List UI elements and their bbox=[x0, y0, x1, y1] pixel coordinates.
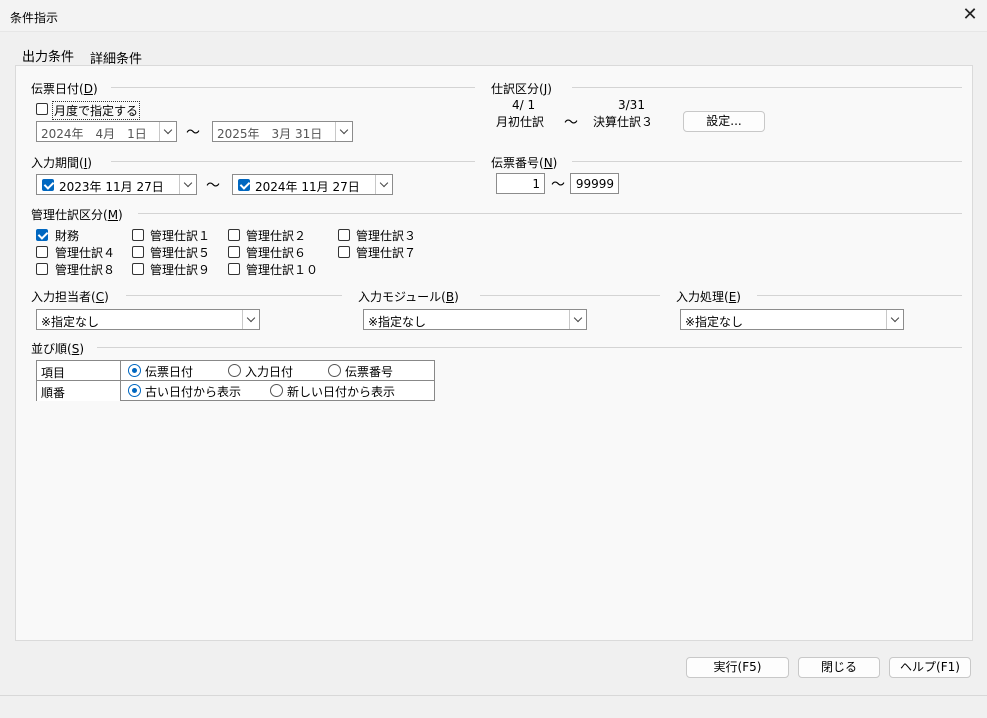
input-module-select[interactable]: ※指定なし bbox=[363, 309, 587, 330]
divider bbox=[572, 87, 962, 88]
input-person-select[interactable]: ※指定なし bbox=[36, 309, 260, 330]
divider bbox=[480, 295, 660, 296]
kanri-checkbox-3[interactable] bbox=[338, 229, 350, 241]
group-input-person-label: 入力担当者(C) bbox=[31, 290, 109, 304]
input-period-to[interactable]: 2024年 11月 27日 bbox=[232, 174, 393, 195]
group-input-module-label: 入力モジュール(B) bbox=[358, 290, 459, 304]
denpyo-number-to-input[interactable]: 99999 bbox=[570, 173, 619, 194]
radio-label: 新しい日付から表示 bbox=[287, 385, 396, 399]
kanri-label-9: 管理仕訳９ bbox=[150, 263, 211, 277]
sort-row-item: 項目 伝票日付 入力日付 伝票番号 bbox=[37, 361, 434, 381]
close-button[interactable]: 閉じる bbox=[798, 657, 880, 678]
kanri-label-1: 管理仕訳１ bbox=[150, 229, 211, 243]
kanri-checkbox-1[interactable] bbox=[132, 229, 144, 241]
kanri-label-7: 管理仕訳７ bbox=[356, 246, 417, 260]
monthly-checkbox[interactable] bbox=[36, 103, 48, 115]
kanri-label-2: 管理仕訳２ bbox=[246, 229, 307, 243]
window-title: 条件指示 bbox=[10, 11, 59, 25]
range-tilde: ～ bbox=[186, 125, 200, 141]
group-input-process-label: 入力処理(E) bbox=[676, 290, 741, 304]
chevron-down-icon[interactable] bbox=[335, 122, 352, 141]
kanri-label-8: 管理仕訳８ bbox=[55, 263, 116, 277]
kanri-checkbox-zaimu[interactable] bbox=[36, 229, 48, 241]
help-button[interactable]: ヘルプ(F1) bbox=[889, 657, 971, 678]
kanri-label-10: 管理仕訳１０ bbox=[246, 263, 319, 277]
group-input-period-label: 入力期間(I) bbox=[31, 156, 92, 170]
shiwake-from-label: 月初仕訳 bbox=[496, 115, 545, 129]
kanri-checkbox-5[interactable] bbox=[132, 246, 144, 258]
radio-sort-input-date[interactable] bbox=[228, 364, 241, 377]
radio-label: 伝票番号 bbox=[345, 365, 394, 379]
kanri-checkbox-8[interactable] bbox=[36, 263, 48, 275]
radio-order-oldest[interactable] bbox=[128, 384, 141, 397]
sort-row-order: 順番 古い日付から表示 新しい日付から表示 bbox=[37, 381, 434, 401]
denpyo-number-from-input[interactable]: 1 bbox=[496, 173, 545, 194]
kanri-checkbox-7[interactable] bbox=[338, 246, 350, 258]
shiwake-to-label: 決算仕訳３ bbox=[593, 115, 654, 129]
chevron-down-icon[interactable] bbox=[179, 175, 196, 194]
radio-sort-denpyo-number[interactable] bbox=[328, 364, 341, 377]
input-period-from[interactable]: 2023年 11月 27日 bbox=[36, 174, 197, 195]
sort-row-header: 順番 bbox=[37, 381, 121, 401]
settings-button[interactable]: 設定... bbox=[683, 111, 765, 132]
group-denpyo-date-label: 伝票日付(D) bbox=[31, 82, 98, 96]
kanri-checkbox-9[interactable] bbox=[132, 263, 144, 275]
kanri-label-5: 管理仕訳５ bbox=[150, 246, 211, 260]
group-sort-label: 並び順(S) bbox=[31, 342, 84, 356]
denpyo-date-from[interactable]: 2024年 4月 1日 bbox=[36, 121, 177, 142]
monthly-checkbox-label[interactable]: 月度で指定する bbox=[52, 101, 141, 120]
kanri-label-4: 管理仕訳４ bbox=[55, 246, 116, 260]
tab-output-conditions[interactable]: 出力条件 bbox=[22, 46, 74, 65]
chevron-down-icon[interactable] bbox=[242, 310, 259, 329]
divider bbox=[757, 295, 962, 296]
kanri-checkbox-4[interactable] bbox=[36, 246, 48, 258]
divider bbox=[111, 87, 475, 88]
shiwake-to-date: 3/31 bbox=[618, 98, 645, 112]
radio-label: 入力日付 bbox=[245, 365, 294, 379]
group-kanri-kubun-label: 管理仕訳区分(M) bbox=[31, 208, 123, 222]
range-tilde: ～ bbox=[551, 177, 565, 193]
kanri-label-6: 管理仕訳６ bbox=[246, 246, 307, 260]
sort-table: 項目 伝票日付 入力日付 伝票番号 順番 古い日付から表示 新しい日付から表示 bbox=[36, 360, 435, 401]
chevron-down-icon[interactable] bbox=[375, 175, 392, 194]
status-bar bbox=[0, 695, 987, 718]
denpyo-date-to[interactable]: 2025年 3月 31日 bbox=[212, 121, 353, 142]
sort-row-header: 項目 bbox=[37, 361, 121, 380]
divider bbox=[572, 161, 962, 162]
kanri-checkbox-2[interactable] bbox=[228, 229, 240, 241]
radio-label: 古い日付から表示 bbox=[145, 385, 242, 399]
title-bar: 条件指示 ✕ bbox=[0, 0, 987, 32]
divider bbox=[97, 347, 962, 348]
chevron-down-icon[interactable] bbox=[569, 310, 586, 329]
close-icon[interactable]: ✕ bbox=[958, 4, 982, 28]
kanri-label-3: 管理仕訳３ bbox=[356, 229, 417, 243]
radio-order-newest[interactable] bbox=[270, 384, 283, 397]
chevron-down-icon[interactable] bbox=[159, 122, 176, 141]
group-shiwake-kubun-label: 仕訳区分(J) bbox=[491, 82, 552, 96]
input-period-from-checkbox[interactable] bbox=[42, 179, 54, 191]
divider bbox=[126, 295, 342, 296]
range-tilde: ～ bbox=[564, 115, 578, 131]
run-button[interactable]: 実行(F5) bbox=[686, 657, 789, 678]
tab-panel bbox=[15, 65, 973, 641]
chevron-down-icon[interactable] bbox=[886, 310, 903, 329]
range-tilde: ～ bbox=[206, 178, 220, 194]
divider bbox=[111, 161, 475, 162]
kanri-label-zaimu: 財務 bbox=[55, 229, 80, 243]
radio-label: 伝票日付 bbox=[145, 365, 194, 379]
kanri-checkbox-10[interactable] bbox=[228, 263, 240, 275]
input-period-to-checkbox[interactable] bbox=[238, 179, 250, 191]
radio-sort-denpyo-date[interactable] bbox=[128, 364, 141, 377]
group-denpyo-number-label: 伝票番号(N) bbox=[491, 156, 558, 170]
kanri-checkbox-6[interactable] bbox=[228, 246, 240, 258]
input-process-select[interactable]: ※指定なし bbox=[680, 309, 904, 330]
divider bbox=[138, 213, 962, 214]
shiwake-from-date: 4/ 1 bbox=[512, 98, 536, 112]
